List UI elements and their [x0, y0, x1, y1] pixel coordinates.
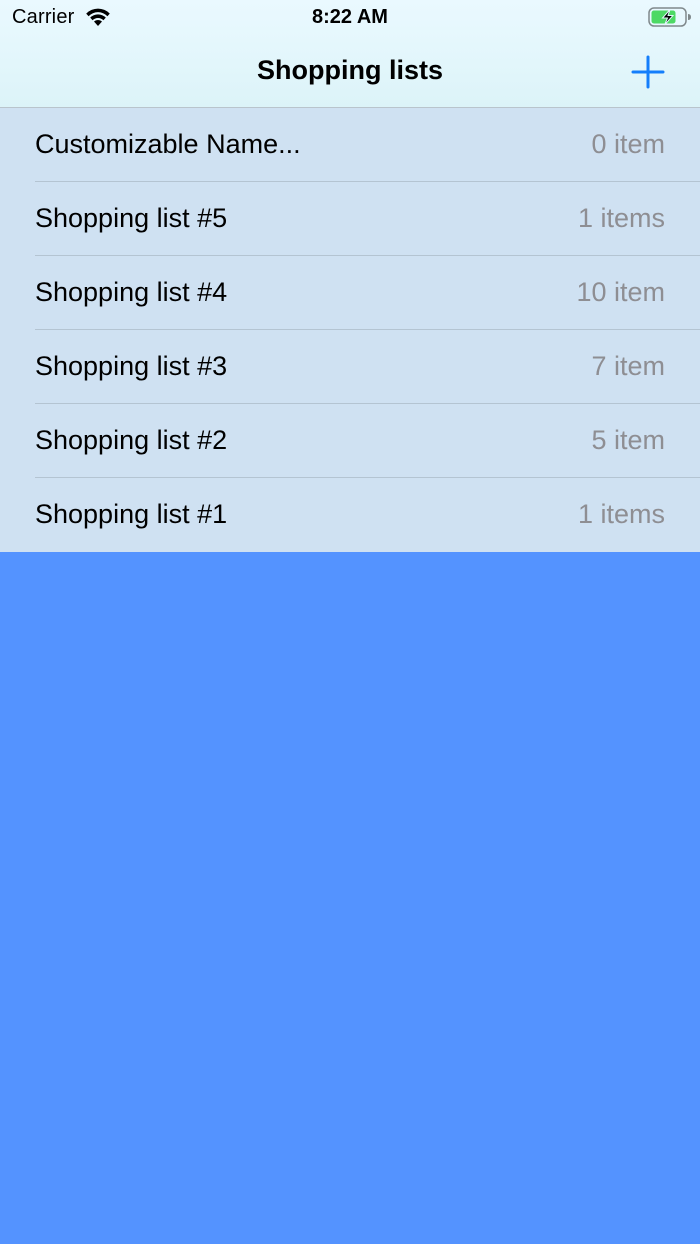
list-name: Shopping list #1 [35, 499, 228, 529]
list-name: Shopping list #5 [35, 203, 228, 233]
item-count: 1 items [577, 203, 665, 233]
list-item[interactable]: Shopping list #5 1 items [0, 182, 700, 256]
list-name: Shopping list #3 [35, 351, 228, 381]
navigation-bar: Carrier 8:22 AM Shopping lists [0, 0, 700, 108]
battery-charging-icon [648, 7, 691, 27]
item-count: 0 item [591, 129, 665, 159]
item-count: 10 item [576, 277, 665, 307]
status-bar: Carrier 8:22 AM [0, 0, 700, 36]
list-name: Customizable Name... [35, 129, 301, 159]
clock: 8:22 AM [312, 6, 388, 28]
page-title: Shopping lists [257, 55, 443, 85]
shopping-lists-table: Customizable Name... 0 item Shopping lis… [0, 108, 700, 552]
item-count: 5 item [591, 425, 665, 455]
list-item[interactable]: Shopping list #4 10 item [0, 256, 700, 330]
item-count: 7 item [591, 351, 665, 381]
list-item[interactable]: Shopping list #3 7 item [0, 330, 700, 404]
list-name: Shopping list #2 [35, 425, 228, 455]
list-item[interactable]: Shopping list #1 1 items [0, 478, 700, 552]
add-list-button[interactable] [626, 50, 670, 94]
list-item[interactable]: Shopping list #2 5 item [0, 404, 700, 478]
item-count: 1 items [577, 499, 665, 529]
list-name: Shopping list #4 [35, 277, 228, 307]
list-item[interactable]: Customizable Name... 0 item [0, 108, 700, 182]
plus-icon [631, 55, 665, 89]
